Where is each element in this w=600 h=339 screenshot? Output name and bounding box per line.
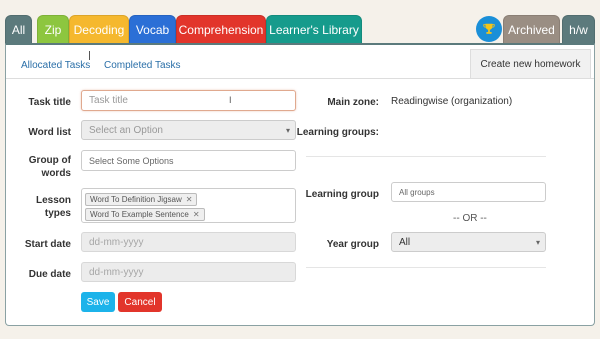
tab-archived[interactable]: Archived: [503, 15, 560, 43]
group-of-words-label: Group of words: [28, 155, 71, 179]
main-zone-value: Readingwise (organization): [391, 96, 513, 107]
create-new-homework-tab[interactable]: Create new homework: [470, 49, 591, 79]
right-divider-top: [306, 156, 546, 157]
chevron-down-icon: ▾: [285, 125, 290, 135]
start-date-input[interactable]: dd-mm-yyyy: [81, 232, 296, 252]
lesson-type-chip[interactable]: Word To Definition Jigsaw ✕: [85, 193, 198, 206]
category-tabbar: All Zip Decoding Vocab Comprehension Lea…: [5, 15, 595, 43]
word-list-label: Word list: [28, 127, 71, 138]
year-group-select[interactable]: All ▾: [391, 232, 546, 252]
trophy-icon: [483, 23, 495, 34]
tab-homework[interactable]: h/w: [562, 15, 595, 43]
tab-comprehension[interactable]: Comprehension: [176, 15, 266, 43]
group-of-words-input[interactable]: Select Some Options: [81, 150, 296, 171]
chevron-down-icon: ▾: [535, 237, 540, 247]
save-button[interactable]: Save: [81, 292, 115, 312]
tab-learners-library[interactable]: Learner's Library: [266, 15, 362, 43]
tab-vocab[interactable]: Vocab: [129, 15, 176, 43]
start-date-label: Start date: [24, 239, 71, 250]
cancel-button[interactable]: Cancel: [118, 292, 162, 312]
remove-chip-icon[interactable]: ✕: [193, 210, 200, 219]
mouse-ibeam-icon: I: [229, 95, 232, 105]
or-separator: -- OR --: [453, 213, 487, 224]
learning-groups-label: Learning groups:: [296, 127, 379, 138]
trophy-button[interactable]: [476, 16, 502, 42]
homework-panel: Allocated Tasks Completed Tasks Create n…: [5, 43, 595, 326]
right-divider-bottom: [306, 267, 546, 268]
year-group-label: Year group: [326, 239, 379, 250]
allocated-tasks-link[interactable]: Allocated Tasks: [21, 60, 90, 71]
lesson-types-label: Lesson types: [35, 195, 71, 219]
task-title-input[interactable]: Task title: [81, 90, 296, 111]
remove-chip-icon[interactable]: ✕: [186, 195, 193, 204]
learning-group-label: Learning group: [305, 189, 379, 200]
lesson-types-multiselect[interactable]: Word To Definition Jigsaw ✕ Word To Examp…: [81, 188, 296, 223]
completed-tasks-link[interactable]: Completed Tasks: [104, 60, 181, 71]
text-cursor: [89, 51, 90, 60]
learning-group-input[interactable]: All groups: [391, 182, 546, 202]
due-date-label: Due date: [28, 269, 71, 280]
due-date-input[interactable]: dd-mm-yyyy: [81, 262, 296, 282]
task-title-label: Task title: [28, 97, 71, 108]
tab-all[interactable]: All: [5, 15, 32, 43]
word-list-select[interactable]: Select an Option ▾: [81, 120, 296, 140]
subtab-divider: [6, 78, 594, 79]
lesson-type-chip[interactable]: Word To Example Sentence ✕: [85, 208, 205, 221]
tab-decoding[interactable]: Decoding: [69, 15, 129, 43]
tab-zip[interactable]: Zip: [37, 15, 69, 43]
main-zone-label: Main zone:: [327, 97, 379, 108]
